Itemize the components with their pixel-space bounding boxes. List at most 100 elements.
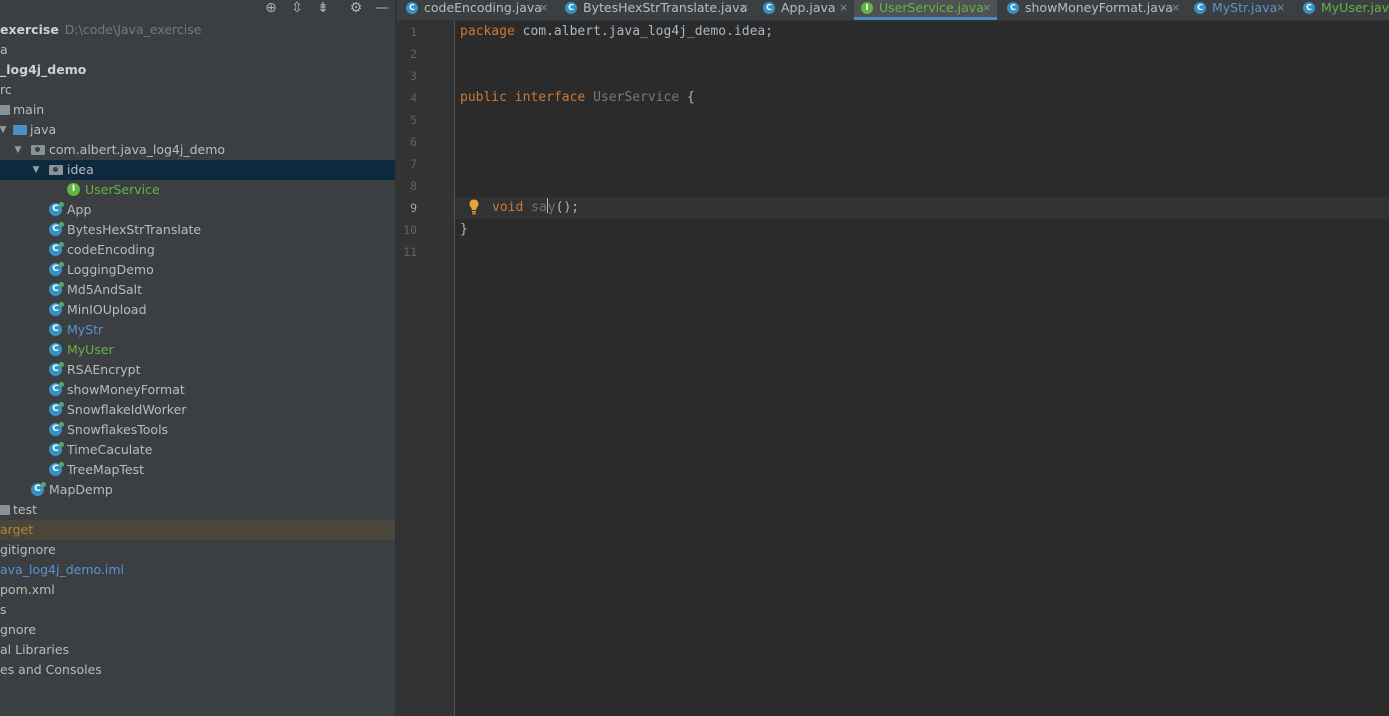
- lightbulb-icon[interactable]: [469, 199, 479, 215]
- tree-item-class[interactable]: C codeEncoding: [0, 240, 395, 260]
- code-line-9[interactable]: void say();: [492, 197, 579, 219]
- tree-item-label: exercise: [0, 22, 59, 37]
- tree-item-scratches[interactable]: es and Consoles: [0, 660, 395, 680]
- source-folder-icon: [13, 125, 27, 135]
- close-icon[interactable]: ×: [740, 0, 749, 16]
- tree-item-class[interactable]: C LoggingDemo: [0, 260, 395, 280]
- code-line-4[interactable]: public interface UserService {: [460, 87, 695, 109]
- close-icon[interactable]: ×: [1171, 0, 1180, 16]
- tree-item-label: TreeMapTest: [67, 462, 145, 477]
- tree-item-label: es and Consoles: [0, 662, 102, 677]
- locate-icon[interactable]: ⊕: [263, 0, 279, 16]
- tree-item-file[interactable]: pom.xml: [0, 580, 395, 600]
- tab-userservice[interactable]: I UserService.java ×: [854, 0, 997, 20]
- chevron-down-icon[interactable]: ▼: [0, 120, 9, 140]
- tree-item-label: Md5AndSalt: [67, 282, 143, 297]
- tree-item-java[interactable]: ▼ java: [0, 120, 395, 140]
- class-icon: C: [49, 462, 64, 476]
- tree-item-label: codeEncoding: [67, 242, 155, 257]
- tab-codeencoding[interactable]: C codeEncoding.java ×: [397, 0, 552, 20]
- keyword: void: [492, 200, 524, 215]
- interface-icon: I: [861, 2, 873, 14]
- tree-item-target[interactable]: arget: [0, 520, 395, 540]
- tree-item-class[interactable]: C MyStr: [0, 320, 395, 340]
- tree-item-file[interactable]: gitignore: [0, 540, 395, 560]
- close-icon[interactable]: ×: [839, 0, 848, 16]
- gear-icon[interactable]: ⚙: [348, 0, 364, 16]
- folder-icon: [0, 105, 10, 115]
- tree-item-main[interactable]: main: [0, 100, 395, 120]
- tree-item-label: a: [0, 42, 8, 57]
- code-line-1[interactable]: package com.albert.java_log4j_demo.idea;: [460, 21, 773, 43]
- tree-item-class[interactable]: C TimeCaculate: [0, 440, 395, 460]
- tree-item-file[interactable]: ava_log4j_demo.iml: [0, 560, 395, 580]
- line-number-current: 9: [410, 201, 417, 215]
- tree-item-package[interactable]: ▼ com.albert.java_log4j_demo: [0, 140, 395, 160]
- tree-item-file[interactable]: s: [0, 600, 395, 620]
- tree-item-file[interactable]: gnore: [0, 620, 395, 640]
- tree-item-class[interactable]: C SnowflakeIdWorker: [0, 400, 395, 420]
- tree-item-label: SnowflakesTools: [67, 422, 169, 437]
- tree-item-class[interactable]: C MapDemp: [0, 480, 395, 500]
- close-icon[interactable]: ×: [539, 0, 548, 16]
- tree-item-class[interactable]: C MinIOUpload: [0, 300, 395, 320]
- collapse-all-icon[interactable]: ⇟: [315, 0, 331, 16]
- project-path: D:\code\Java_exercise: [64, 22, 202, 37]
- tree-item-src[interactable]: rc: [0, 80, 395, 100]
- class-icon: C: [1303, 2, 1315, 14]
- method-name-start: sa: [531, 200, 547, 215]
- tree-item-label: gnore: [0, 622, 37, 637]
- tree-item-label: BytesHexStrTranslate: [67, 222, 202, 237]
- class-icon: C: [49, 422, 64, 436]
- tab-label: App.java: [781, 0, 836, 15]
- tree-item-class[interactable]: C MyUser: [0, 340, 395, 360]
- tree-item-label: showMoneyFormat: [67, 382, 185, 397]
- expand-all-icon[interactable]: ⇳: [289, 0, 305, 16]
- tab-label: UserService.java: [879, 0, 984, 15]
- class-icon: C: [1194, 2, 1206, 14]
- project-panel: ⊕ ⇳ ⇟ ⚙ — exercise D:\code\Java_exercise …: [0, 0, 395, 716]
- tree-item-class[interactable]: C TreeMapTest: [0, 460, 395, 480]
- tree-item-class[interactable]: C showMoneyFormat: [0, 380, 395, 400]
- class-icon: C: [49, 402, 64, 416]
- tree-item-class[interactable]: C BytesHexStrTranslate: [0, 220, 395, 240]
- tree-item-class[interactable]: C SnowflakesTools: [0, 420, 395, 440]
- tree-item-test[interactable]: test: [0, 500, 395, 520]
- tab-label: MyStr.java: [1212, 0, 1278, 15]
- tree-item-root[interactable]: exercise D:\code\Java_exercise: [0, 20, 395, 40]
- tree-item[interactable]: a: [0, 40, 395, 60]
- code-line-10[interactable]: }: [460, 219, 468, 241]
- tab-showmoneyformat[interactable]: C showMoneyFormat.java ×: [1001, 0, 1185, 20]
- tree-item-label: rc: [0, 82, 12, 97]
- tree-item-class[interactable]: C App: [0, 200, 395, 220]
- code-text: com.albert.java_log4j_demo.idea;: [514, 24, 774, 39]
- tree-item-class[interactable]: C Md5AndSalt: [0, 280, 395, 300]
- minimize-icon[interactable]: —: [374, 0, 390, 16]
- method-name-end: y: [547, 200, 556, 215]
- class-icon: C: [49, 202, 64, 216]
- line-number-gutter[interactable]: 1 2 3 4 5 6 7 8 9 10 11: [397, 21, 455, 716]
- tree-item-class[interactable]: C RSAEncrypt: [0, 360, 395, 380]
- tree-item-external-libraries[interactable]: al Libraries: [0, 640, 395, 660]
- tab-app[interactable]: C App.java ×: [757, 0, 850, 20]
- chevron-down-icon[interactable]: ▼: [12, 140, 24, 160]
- tree-item-label: idea: [67, 162, 94, 177]
- close-icon[interactable]: ×: [1276, 0, 1285, 16]
- line-number: 1: [410, 25, 417, 39]
- tree-item-idea[interactable]: ▼ idea: [0, 160, 395, 180]
- class-icon: C: [49, 382, 64, 396]
- code-editor[interactable]: 1 2 3 4 5 6 7 8 9 10 11 package com.albe…: [397, 21, 1389, 716]
- tab-myuser[interactable]: C MyUser.java: [1299, 0, 1389, 20]
- close-icon[interactable]: ×: [982, 0, 991, 16]
- project-toolbar: ⊕ ⇳ ⇟ ⚙ —: [0, 0, 395, 20]
- tree-item-label: com.albert.java_log4j_demo: [49, 142, 226, 157]
- tree-item-label: MinIOUpload: [67, 302, 147, 317]
- tab-byteshexstrtranslate[interactable]: C BytesHexStrTranslate.java ×: [557, 0, 752, 20]
- chevron-down-icon[interactable]: ▼: [30, 160, 42, 180]
- line-number: 4: [410, 91, 417, 105]
- tree-item-label: gitignore: [0, 542, 56, 557]
- interface-name: UserService: [593, 90, 680, 105]
- tab-mystr[interactable]: C MyStr.java ×: [1189, 0, 1289, 20]
- tree-item-module[interactable]: _log4j_demo: [0, 60, 395, 80]
- tree-item-userservice[interactable]: I UserService: [0, 180, 395, 200]
